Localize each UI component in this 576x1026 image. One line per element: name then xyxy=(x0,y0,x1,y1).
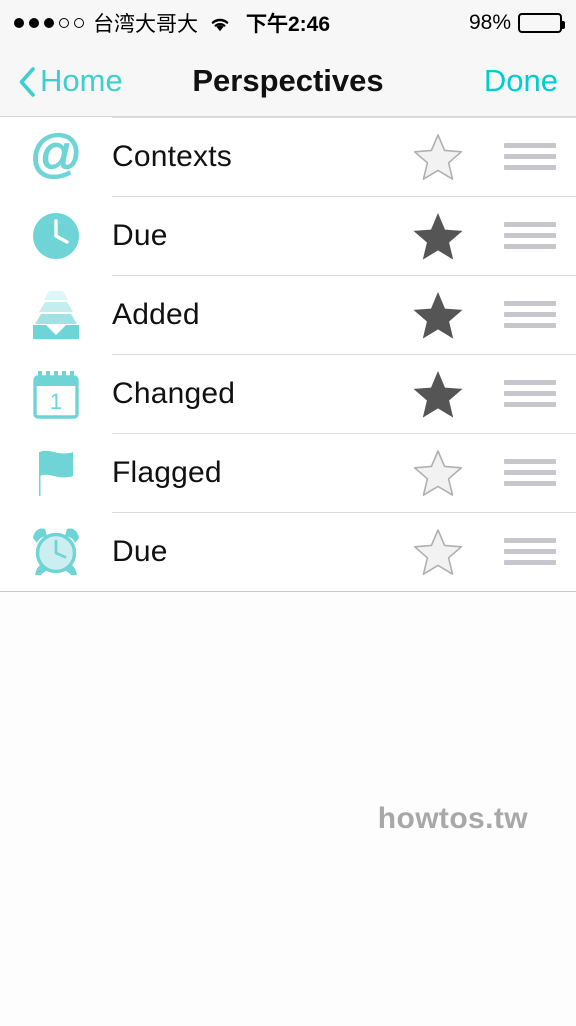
handle-bar xyxy=(504,165,556,170)
reorder-handle[interactable] xyxy=(484,433,576,512)
reorder-handle[interactable] xyxy=(484,512,576,591)
svg-text:@: @ xyxy=(30,130,83,183)
status-bar-left: 台湾大哥大 xyxy=(14,8,231,38)
table-row[interactable]: Flagged xyxy=(0,433,576,512)
reorder-handle[interactable] xyxy=(484,117,576,196)
reorder-handle[interactable] xyxy=(484,354,576,433)
favorite-star-toggle[interactable] xyxy=(392,196,484,275)
handle-bar xyxy=(504,549,556,554)
at-sign-icon: @ @ xyxy=(0,117,112,196)
inbox-stack-icon xyxy=(0,275,112,354)
back-button[interactable]: Home xyxy=(18,63,123,99)
back-button-label: Home xyxy=(40,62,123,98)
reorder-handle[interactable] xyxy=(484,196,576,275)
table-row[interactable]: Added xyxy=(0,275,576,354)
favorite-star-toggle[interactable] xyxy=(392,117,484,196)
row-separator xyxy=(112,275,576,276)
calendar-icon: 1 xyxy=(0,354,112,433)
watermark: howtos.tw xyxy=(377,802,528,835)
handle-bar xyxy=(504,560,556,565)
handle-bar xyxy=(504,459,556,464)
table-row[interactable]: 1 Changed xyxy=(0,354,576,433)
signal-dot xyxy=(74,17,84,28)
status-bar-right: 98% xyxy=(468,10,565,35)
handle-bar xyxy=(504,380,556,385)
favorite-star-toggle[interactable] xyxy=(392,512,484,591)
chevron-left-icon xyxy=(18,66,36,97)
handle-bar xyxy=(504,470,556,475)
done-button[interactable]: Done xyxy=(484,63,558,99)
status-bar: 台湾大哥大 下午2:46 98% xyxy=(0,0,576,45)
row-separator xyxy=(112,117,576,118)
handle-bar xyxy=(504,301,556,306)
favorite-star-toggle[interactable] xyxy=(392,354,484,433)
battery-icon xyxy=(518,12,565,33)
calendar-day-number: 1 xyxy=(50,389,62,414)
signal-dot xyxy=(44,17,54,28)
row-label: Contexts xyxy=(112,139,232,173)
handle-bar xyxy=(504,154,556,159)
signal-dot xyxy=(59,17,69,28)
favorite-star-toggle[interactable] xyxy=(392,275,484,354)
handle-bar xyxy=(504,244,556,249)
handle-bar xyxy=(504,402,556,407)
alarm-clock-icon xyxy=(0,512,112,591)
row-separator xyxy=(112,433,576,434)
row-separator xyxy=(112,512,576,513)
reorder-handle[interactable] xyxy=(484,275,576,354)
table-row[interactable]: Due xyxy=(0,512,576,591)
empty-content-area: howtos.tw xyxy=(0,592,576,1026)
signal-dot xyxy=(29,17,39,28)
perspectives-list: @ @ Contexts Due Added 1 Changed Flagged… xyxy=(0,117,576,592)
signal-strength-dots xyxy=(14,17,84,28)
handle-bar xyxy=(504,323,556,328)
table-row[interactable]: Due xyxy=(0,196,576,275)
wifi-icon xyxy=(209,14,231,32)
handle-bar xyxy=(504,312,556,317)
row-separator xyxy=(112,196,576,197)
clock-icon xyxy=(0,196,112,275)
favorite-star-toggle[interactable] xyxy=(392,433,484,512)
handle-bar xyxy=(504,391,556,396)
row-label: Changed xyxy=(112,376,236,410)
table-row[interactable]: @ @ Contexts xyxy=(0,117,576,196)
row-separator xyxy=(112,354,576,355)
flag-icon xyxy=(0,433,112,512)
handle-bar xyxy=(504,222,556,227)
carrier-label: 台湾大哥大 xyxy=(93,12,198,36)
navigation-bar: Home Perspectives Done xyxy=(0,45,576,117)
handle-bar xyxy=(504,143,556,148)
handle-bar xyxy=(504,538,556,543)
row-label: Due xyxy=(112,534,168,568)
row-label: Added xyxy=(112,297,200,331)
handle-bar xyxy=(504,481,556,486)
signal-dot xyxy=(14,17,24,28)
row-label: Flagged xyxy=(112,455,222,489)
battery-percent-label: 98% xyxy=(468,10,511,34)
row-label: Due xyxy=(112,218,168,252)
handle-bar xyxy=(504,233,556,238)
